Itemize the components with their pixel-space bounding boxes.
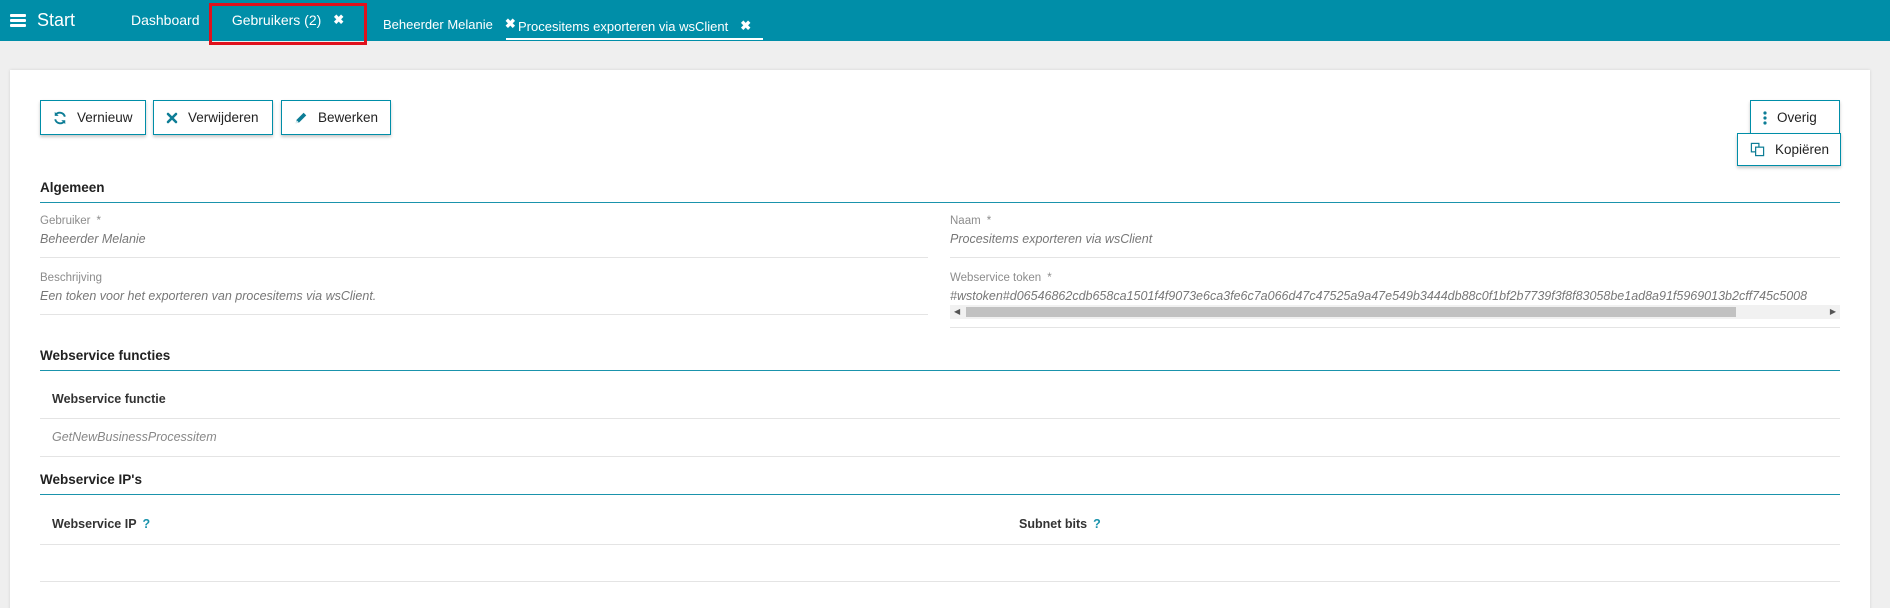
delete-label: Verwijderen	[188, 110, 259, 125]
close-icon[interactable]: ✖	[740, 18, 751, 34]
section-title-general: Algemeen	[40, 180, 1840, 203]
table-divider	[40, 544, 1840, 545]
user-field-value: Beheerder Melanie	[40, 232, 146, 246]
help-icon[interactable]: ?	[1093, 517, 1101, 531]
tab-dashboard-label: Dashboard	[131, 12, 200, 28]
table-divider	[40, 418, 1840, 419]
webservice-token-label: Webservice token *	[950, 272, 1052, 284]
table-divider	[40, 456, 1840, 457]
refresh-button[interactable]: Vernieuw	[40, 100, 146, 135]
tab-beheerder-melanie[interactable]: Beheerder Melanie ✖	[383, 16, 516, 32]
hamburger-icon	[10, 13, 26, 27]
edit-button[interactable]: Bewerken	[281, 100, 391, 135]
help-icon[interactable]: ?	[143, 517, 151, 531]
vertical-dots-icon	[1763, 110, 1767, 125]
description-field-label: Beschrijving	[40, 272, 102, 284]
tab-gebruikers-label: Gebruikers (2)	[231, 12, 322, 28]
scrollbar-thumb[interactable]	[966, 307, 1736, 317]
scroll-right-icon[interactable]: ▶	[1830, 305, 1836, 319]
name-field-label: Naam *	[950, 215, 992, 227]
edit-label: Bewerken	[318, 110, 379, 125]
copy-button[interactable]: Kopiëren	[1737, 133, 1841, 166]
column-header-webservice-function: Webservice functie	[52, 392, 166, 406]
table-row[interactable]: GetNewBusinessProcessitem	[52, 430, 217, 444]
start-label: Start	[37, 9, 76, 30]
section-title-webservice-functions: Webservice functies	[40, 348, 1840, 371]
refresh-label: Vernieuw	[77, 110, 133, 125]
tab-gebruikers[interactable]: Gebruikers (2) ✖	[209, 3, 367, 45]
close-icon[interactable]: ✖	[333, 12, 344, 28]
name-field: Naam * Procesitems exporteren via wsClien…	[950, 215, 1840, 258]
webservice-token-field: Webservice token * #wstoken#d06546862cdb6…	[950, 272, 1840, 328]
column-header-subnet-bits: Subnet bits?	[1019, 517, 1101, 531]
pencil-icon	[294, 111, 308, 125]
description-field: Beschrijving Een token voor het exporter…	[40, 272, 928, 315]
refresh-icon	[53, 111, 67, 125]
name-field-value: Procesitems exporteren via wsClient	[950, 232, 1153, 246]
close-icon	[166, 112, 178, 124]
start-menu-button[interactable]: Start	[10, 9, 75, 31]
detail-card: Vernieuw Verwijderen Bewerken Overig Kop…	[10, 70, 1870, 608]
tab-procesitems-label: Procesitems exporteren via wsClient	[518, 18, 729, 34]
more-actions-button[interactable]: Overig	[1750, 100, 1840, 135]
table-divider	[40, 581, 1840, 582]
scroll-left-icon[interactable]: ◀	[954, 305, 960, 319]
top-navigation-bar: Start Dashboard Gebruikers (2) ✖ Beheerd…	[0, 0, 1890, 45]
copy-icon	[1750, 142, 1765, 157]
more-actions-label: Overig	[1777, 110, 1817, 125]
tab-beheerder-label: Beheerder Melanie	[383, 16, 493, 32]
horizontal-scrollbar[interactable]: ◀ ▶	[950, 305, 1840, 319]
user-field-label: Gebruiker *	[40, 215, 101, 227]
section-title-webservice-ips: Webservice IP's	[40, 472, 1840, 495]
copy-label: Kopiëren	[1775, 142, 1830, 157]
webservice-token-value: #wstoken#d06546862cdb658ca1501f4f9073e6c…	[950, 289, 1808, 303]
tab-dashboard[interactable]: Dashboard	[131, 12, 200, 28]
column-header-webservice-ip: Webservice IP?	[52, 517, 151, 531]
tab-procesitems-active[interactable]: Procesitems exporteren via wsClient ✖	[506, 10, 764, 40]
delete-button[interactable]: Verwijderen	[153, 100, 273, 135]
description-field-value: Een token voor het exporteren van proces…	[40, 289, 377, 303]
user-field: Gebruiker * Beheerder Melanie	[40, 215, 928, 258]
